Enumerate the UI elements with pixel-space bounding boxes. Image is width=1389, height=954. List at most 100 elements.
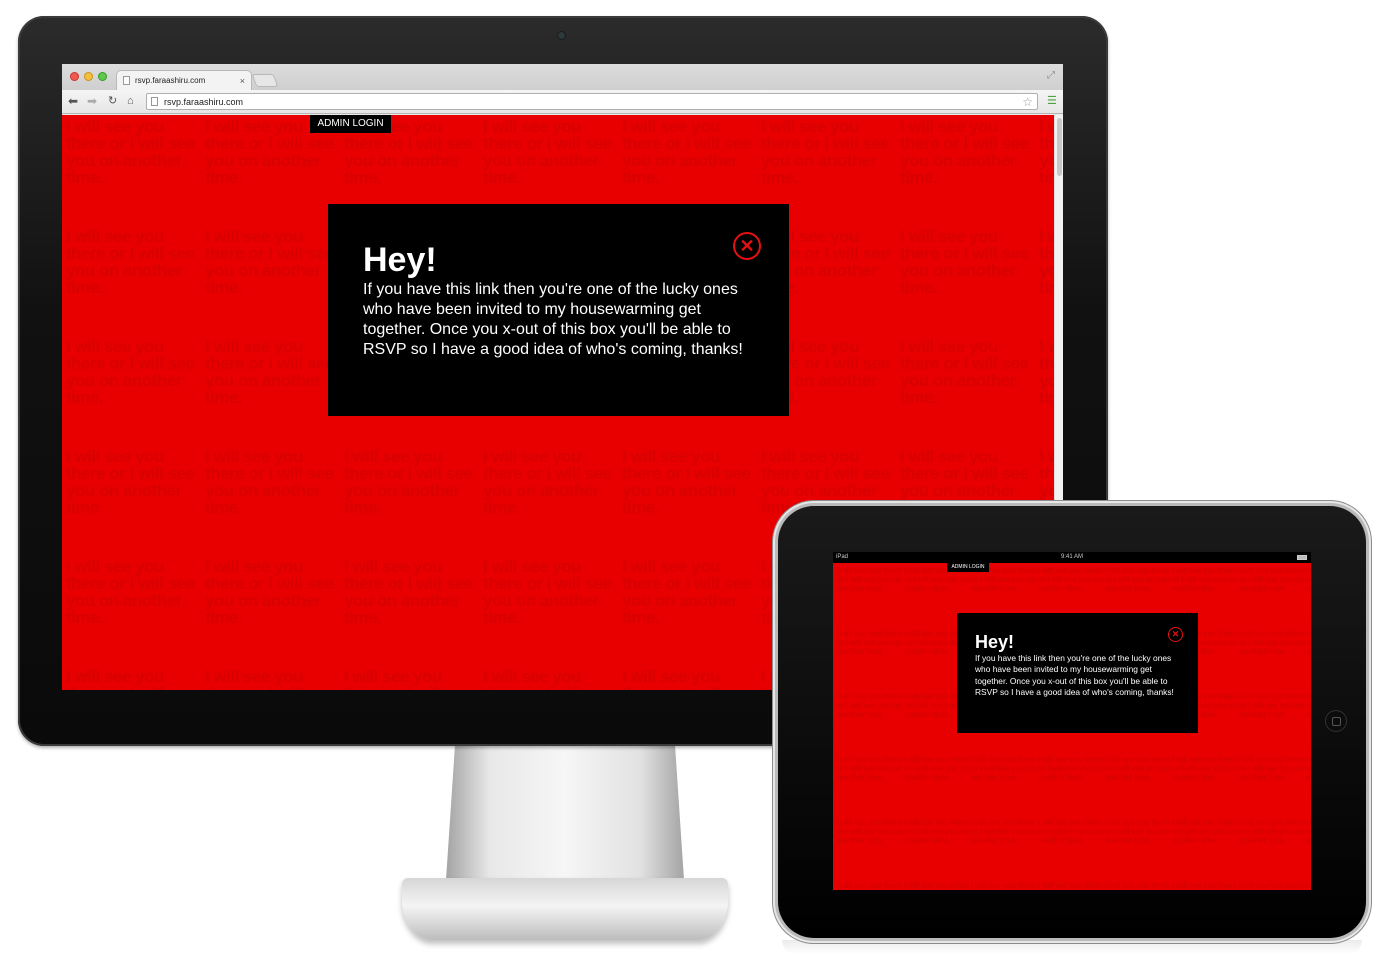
tab-bar: rsvp.faraashiru.com × ⤢ [62,64,1063,90]
background-text: I will see you there or I will see you o… [971,755,1036,782]
background-text: I will see you there or I will see you o… [205,228,334,296]
background-text: I will see you there or I will see you o… [837,881,902,890]
bookmark-star-icon[interactable]: ☆ [1022,95,1033,109]
background-text: I will see you there or I will see you o… [837,629,902,656]
background-text: I will see you there or I will see you o… [904,755,969,782]
background-text: I will see you there or I will see you o… [483,448,612,516]
background-text: I will see you there or I will see you o… [483,558,612,626]
close-window-button[interactable] [70,72,79,81]
tab-title: rsvp.faraashiru.com [135,76,206,85]
ipad-reflection [782,940,1362,954]
page-icon [123,76,130,85]
browser-tab[interactable]: rsvp.faraashiru.com × [116,70,252,90]
background-text: I will see you there or I will see you o… [1039,228,1054,296]
background-text: I will see you there or I will see you o… [66,558,195,626]
modal-body: If you have this link then you're one of… [975,653,1174,697]
home-button-icon[interactable] [1325,710,1347,732]
background-text: I will see you there or I will see you o… [344,448,473,516]
background-text: I will see you there or I will see you o… [1306,692,1311,719]
background-text: I will see you there or I will see you o… [837,755,902,782]
background-text: I will see you there or I will see you o… [622,448,751,516]
background-text: I will see you there or I will see you o… [1239,692,1304,719]
background-text: I will see you there or I will see you o… [66,338,195,406]
background-text: I will see you there or I will see you o… [1239,755,1304,782]
minimize-window-button[interactable] [84,72,93,81]
welcome-modal: Hey! If you have this link then you're o… [957,613,1198,733]
modal-body: If you have this link then you're one of… [363,281,743,358]
welcome-modal: Hey! If you have this link then you're o… [328,204,789,416]
close-circle-icon[interactable]: ✕ [733,232,761,260]
background-text: I will see you there or I will see you o… [837,818,902,845]
background-text: I will see you there or I will see you o… [971,881,1036,890]
background-text: I will see you there or I will see you o… [205,668,334,690]
modal-title: Hey! [363,241,437,279]
background-text: I will see you there or I will see you o… [1105,818,1170,845]
background-text: I will see you there or I will see you o… [344,558,473,626]
background-text: I will see you there or I will see you o… [837,566,902,593]
battery-icon [1297,555,1307,560]
background-text: I will see you there or I will see you o… [1239,566,1304,593]
background-text: I will see you there or I will see you o… [66,118,195,186]
new-tab-button[interactable] [251,74,279,87]
background-text: I will see you there or I will see you o… [1105,755,1170,782]
background-text: I will see you there or I will see you o… [66,668,195,690]
zoom-window-button[interactable] [98,72,107,81]
background-text: I will see you there or I will see you o… [971,818,1036,845]
background-text: I will see you there or I will see you o… [66,448,195,516]
status-bar: iPad 9:41 AM [833,552,1311,563]
url-text: rsvp.faraashiru.com [164,96,244,107]
background-text: I will see you there or I will see you o… [837,692,902,719]
page-icon [151,97,158,106]
admin-login-button[interactable]: ADMIN LOGIN [947,563,989,572]
fullscreen-icon[interactable]: ⤢ [1047,70,1055,81]
menu-icon[interactable]: ☰ [1047,95,1059,107]
reload-icon[interactable]: ↻ [108,94,117,108]
background-text: I will see you there or I will see you o… [1306,629,1311,656]
background-text: I will see you there or I will see you o… [1172,818,1237,845]
background-text: I will see you there or I will see you o… [900,338,1029,406]
background-text: I will see you there or I will see you o… [1239,629,1304,656]
back-arrow-icon[interactable]: ⬅ [68,94,78,108]
background-text: I will see you there or I will see you o… [622,118,751,186]
background-text: I will see you there or I will see you o… [483,668,612,690]
home-icon[interactable]: ⌂ [127,94,134,108]
background-text: I will see you there or I will see you o… [1306,566,1311,593]
scrollbar-thumb[interactable] [1057,118,1062,176]
background-text: I will see you there or I will see you o… [66,228,195,296]
modal-title: Hey! [975,632,1015,652]
background-text: I will see you there or I will see you o… [1172,566,1237,593]
background-text: I will see you there or I will see you o… [205,338,334,406]
ipad-screen: iPad 9:41 AM I will see you there or I w… [833,552,1311,890]
background-text: I will see you there or I will see you o… [1306,755,1311,782]
background-text: I will see you there or I will see you o… [483,118,612,186]
monitor-stand-base [402,878,728,940]
background-text: I will see you there or I will see you o… [904,881,969,890]
forward-arrow-icon[interactable]: ➡ [87,94,97,108]
monitor-stand-neck [445,745,685,895]
background-text: I will see you there or I will see you o… [904,818,969,845]
background-text: I will see you there or I will see you o… [1038,566,1103,593]
background-text: I will see you there or I will see you o… [205,558,334,626]
background-text: I will see you there or I will see you o… [1306,818,1311,845]
close-circle-icon[interactable]: ✕ [1168,627,1183,642]
background-text: I will see you there or I will see you o… [1038,818,1103,845]
background-text: I will see you there or I will see you o… [1239,881,1304,890]
browser-toolbar: ⬅ ➡ ↻ ⌂ rsvp.faraashiru.com ☆ ☰ [62,90,1063,114]
background-text: I will see you there or I will see you o… [1039,118,1054,186]
background-text: I will see you there or I will see you o… [1105,881,1170,890]
background-text: I will see you there or I will see you o… [1172,881,1237,890]
background-text: I will see you there or I will see you o… [761,118,890,186]
background-text: I will see you there or I will see you o… [900,118,1029,186]
background-text: I will see you there or I will see you o… [1105,566,1170,593]
status-time: 9:41 AM [1060,554,1083,560]
background-text: I will see you there or I will see you o… [1038,755,1103,782]
background-text: I will see you there or I will see you o… [1039,338,1054,406]
background-text: I will see you there or I will see you o… [344,668,473,690]
background-text: I will see you there or I will see you o… [622,668,751,690]
camera-icon [558,32,565,39]
ipad-page-viewport: I will see you there or I will see you o… [833,563,1311,890]
admin-login-button[interactable]: ADMIN LOGIN [310,115,391,133]
background-text: I will see you there or I will see you o… [900,228,1029,296]
tab-close-icon[interactable]: × [240,76,245,86]
address-bar[interactable]: rsvp.faraashiru.com ☆ [146,93,1038,110]
